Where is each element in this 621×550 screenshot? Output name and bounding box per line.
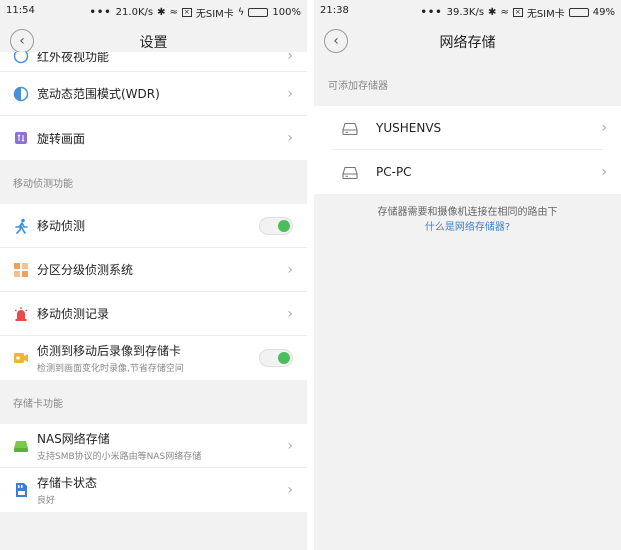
alarm-light-icon xyxy=(13,306,29,322)
chevron-right-icon: › xyxy=(287,437,293,454)
status-right: ••• 21.0K/s ✱ ≈ × 无SIM卡 ϟ 100% xyxy=(89,5,301,20)
video-camera-icon xyxy=(13,350,29,366)
settings-group-top: 红外夜视功能 › 宽动态范围模式(WDR) › 旋转画面 › xyxy=(0,52,307,160)
settings-row-sub: 良好 xyxy=(37,496,56,506)
signal-dots-icon: ••• xyxy=(420,7,443,18)
sim-icon: × xyxy=(512,8,523,17)
settings-row-label: 红外夜视功能 xyxy=(37,52,110,64)
settings-screen: 11:54 ••• 21.0K/s ✱ ≈ × 无SIM卡 ϟ 100% ‹ 设… xyxy=(0,0,307,550)
sd-card-icon xyxy=(13,482,29,498)
battery-level: 49% xyxy=(592,7,615,18)
running-person-icon xyxy=(13,218,29,234)
sim-status: 无SIM卡 xyxy=(526,9,565,20)
settings-list: 红外夜视功能 › 宽动态范围模式(WDR) › 旋转画面 › 移动侦测功能 移动… xyxy=(0,52,307,550)
status-bar: 11:54 ••• 21.0K/s ✱ ≈ × 无SIM卡 ϟ 100% xyxy=(0,0,307,22)
storage-device-row[interactable]: PC-PC › xyxy=(314,150,621,194)
status-time: 21:38 xyxy=(320,5,349,16)
settings-row-label: 分区分级侦测系统 xyxy=(37,263,134,277)
storage-note-text: 存储器需要和摄像机连接在相同的路由下 xyxy=(377,207,558,218)
status-time: 11:54 xyxy=(6,5,35,16)
chevron-right-icon: › xyxy=(287,52,293,64)
sim-icon: × xyxy=(181,8,192,17)
settings-row-label: 侦测到移动后录像到存储卡 xyxy=(37,344,182,358)
wifi-icon: ≈ xyxy=(169,7,178,18)
settings-row-motion-detection[interactable]: 移动侦测 xyxy=(0,204,307,248)
section-header-motion: 移动侦测功能 xyxy=(13,178,73,190)
grid-zones-icon xyxy=(13,262,29,278)
settings-row-sub: 支持SMB协议的小米路由等NAS网络存储 xyxy=(37,451,202,462)
storage-device-name: YUSHENVS xyxy=(376,121,442,135)
section-header-available: 可添加存储器 xyxy=(328,80,388,92)
battery-icon xyxy=(248,8,269,17)
battery-level: 100% xyxy=(272,7,301,18)
settings-row-rotate[interactable]: 旋转画面 › xyxy=(0,116,307,160)
settings-row-label: NAS网络存储 xyxy=(37,431,110,446)
settings-row-label: 移动侦测 xyxy=(37,219,86,233)
settings-row-label: 存储卡状态 xyxy=(37,476,98,490)
settings-row-partial[interactable]: 红外夜视功能 › xyxy=(0,52,307,72)
hard-drive-icon xyxy=(342,165,358,180)
network-speed: 39.3K/s xyxy=(446,7,485,18)
rotate-icon xyxy=(13,130,29,146)
settings-row-nas[interactable]: NAS网络存储 支持SMB协议的小米路由等NAS网络存储 › xyxy=(0,424,307,468)
settings-group-motion: 移动侦测 分区分级侦测系统 › 移动侦测记录 › 侦测到移动后录像到存储卡 检测… xyxy=(0,204,307,380)
storage-device-row[interactable]: YUSHENVS › xyxy=(314,106,621,150)
chevron-right-icon: › xyxy=(287,305,293,322)
section-header-storage: 存储卡功能 xyxy=(13,398,63,410)
charging-icon: ϟ xyxy=(237,7,245,18)
status-bar: 21:38 ••• 39.3K/s ✱ ≈ × 无SIM卡 49% xyxy=(314,0,621,22)
sim-status: 无SIM卡 xyxy=(195,9,234,20)
nas-drive-icon xyxy=(13,438,29,454)
chevron-right-icon: › xyxy=(601,164,607,180)
bluetooth-icon: ✱ xyxy=(157,7,166,18)
status-right: ••• 39.3K/s ✱ ≈ × 无SIM卡 49% xyxy=(420,5,615,20)
settings-row-label: 移动侦测记录 xyxy=(37,307,110,321)
settings-row-label: 宽动态范围模式(WDR) xyxy=(37,87,160,101)
settings-row-zone-detection[interactable]: 分区分级侦测系统 › xyxy=(0,248,307,292)
chevron-right-icon: › xyxy=(601,120,607,136)
network-speed: 21.0K/s xyxy=(115,7,154,18)
chevron-right-icon: › xyxy=(287,261,293,278)
title-bar: ‹ 网络存储 xyxy=(314,22,621,62)
settings-row-label: 旋转画面 xyxy=(37,131,86,146)
wdr-icon xyxy=(13,86,29,102)
settings-row-sd-status[interactable]: 存储卡状态 良好 › xyxy=(0,468,307,512)
settings-row-sub: 检测到画面变化时录像,节省存储空间 xyxy=(37,364,184,374)
bluetooth-icon: ✱ xyxy=(488,7,497,18)
motion-detection-toggle[interactable] xyxy=(259,216,293,235)
chevron-right-icon: › xyxy=(287,482,293,498)
night-vision-icon xyxy=(13,52,29,64)
record-on-motion-toggle[interactable] xyxy=(259,349,293,367)
page-title: 设置 xyxy=(139,35,168,51)
storage-device-name: PC-PC xyxy=(376,165,412,179)
chevron-right-icon: › xyxy=(287,130,293,146)
what-is-nas-link[interactable]: 什么是网络存储器? xyxy=(314,220,621,235)
hard-drive-icon xyxy=(342,121,358,136)
page-title: 网络存储 xyxy=(439,35,496,51)
storage-note: 存储器需要和摄像机连接在相同的路由下 什么是网络存储器? xyxy=(314,205,621,235)
network-storage-screen: 21:38 ••• 39.3K/s ✱ ≈ × 无SIM卡 49% ‹ 网络存储… xyxy=(314,0,621,550)
settings-row-wdr[interactable]: 宽动态范围模式(WDR) › xyxy=(0,72,307,116)
settings-group-storage: NAS网络存储 支持SMB协议的小米路由等NAS网络存储 › 存储卡状态 良好 … xyxy=(0,424,307,512)
signal-dots-icon: ••• xyxy=(89,7,112,18)
settings-row-motion-records[interactable]: 移动侦测记录 › xyxy=(0,292,307,336)
wifi-icon: ≈ xyxy=(500,7,509,18)
battery-icon xyxy=(568,8,589,17)
chevron-right-icon: › xyxy=(287,85,293,102)
settings-row-record-on-motion[interactable]: 侦测到移动后录像到存储卡 检测到画面变化时录像,节省存储空间 xyxy=(0,336,307,380)
storage-content: 可添加存储器 YUSHENVS › PC-PC › 存储器需要和摄像机连接在相同… xyxy=(314,62,621,550)
